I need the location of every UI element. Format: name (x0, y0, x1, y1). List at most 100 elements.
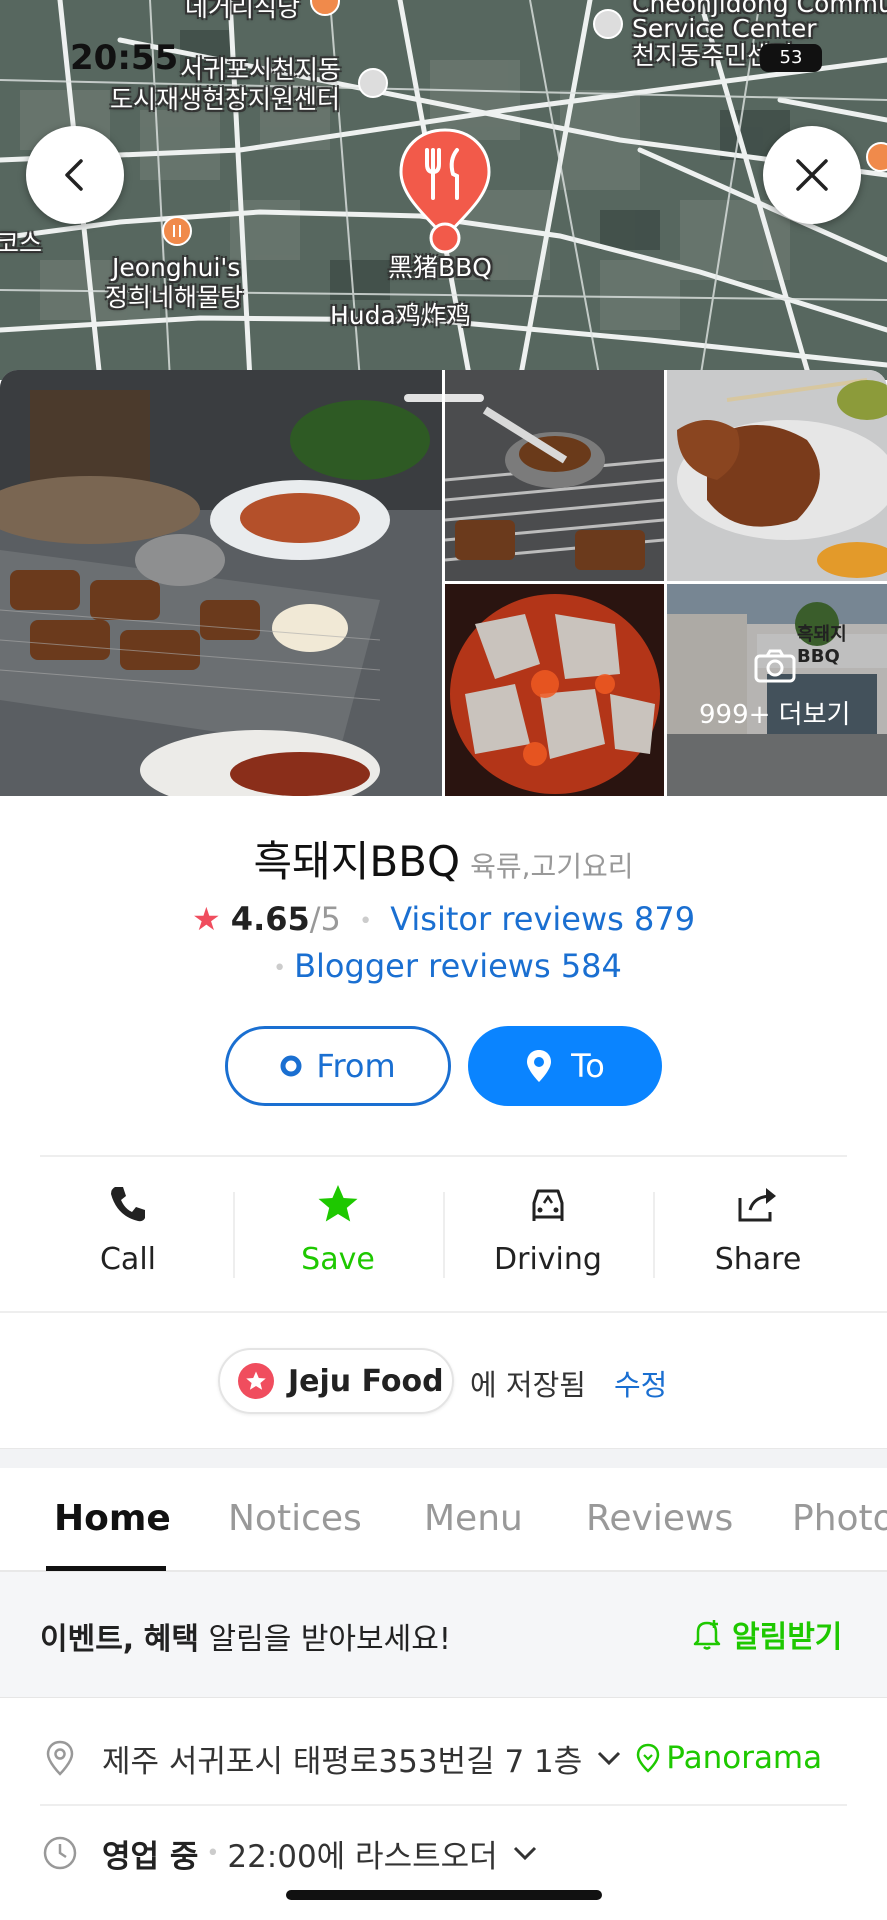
divider (0, 1311, 887, 1313)
panorama-link[interactable]: Panorama (636, 1740, 822, 1776)
map-label-urban-center-2[interactable]: 도시재생현장지원센터 (110, 86, 340, 114)
place-name: 흑돼지BBQ (253, 837, 461, 886)
sheet-drag-handle[interactable] (404, 394, 484, 402)
origin-dot-icon (280, 1055, 302, 1077)
saved-status-text: 에 저장됨 (470, 1368, 586, 1402)
photo-main-grill[interactable] (0, 370, 442, 796)
tab-notices[interactable]: Notices (228, 1498, 362, 1539)
subscribe-alerts-button[interactable]: 알림받기 (690, 1612, 842, 1656)
save-button[interactable]: Save (233, 1180, 443, 1277)
subscribe-alerts-label: 알림받기 (732, 1620, 843, 1655)
camera-icon (754, 649, 796, 683)
tab-home[interactable]: Home (54, 1498, 171, 1539)
route-from-button[interactable]: From (225, 1026, 451, 1106)
storefront-sign: 흑돼지 BBQ (797, 624, 847, 667)
share-button[interactable]: Share (653, 1180, 863, 1277)
phone-icon (111, 1187, 145, 1222)
chevron-down-icon[interactable] (512, 1844, 538, 1862)
map-label-jeonghui-1[interactable]: Jeonghui's (112, 254, 240, 282)
last-order-text[interactable]: 22:00에 라스트오더 (227, 1831, 497, 1876)
event-bold-1: 이벤트, (40, 1622, 135, 1657)
meat-photo-illustration (667, 370, 887, 581)
address-row: 제주 서귀포시 태평로353번길 7 1층 Panorama (40, 1734, 847, 1782)
fork-knife-icon (173, 225, 181, 237)
bell-plus-icon (693, 1620, 721, 1650)
star-icon (318, 1185, 358, 1222)
restaurant-pin-icon (399, 128, 491, 254)
photo-gallery[interactable]: 흑돼지 BBQ 999+ 더보기 (0, 370, 887, 796)
photo-charcoal[interactable] (445, 584, 664, 796)
separator-dot: • (359, 908, 373, 934)
rating-star-icon: ★ (191, 900, 221, 938)
place-category: 육류,고기요리 (470, 850, 634, 883)
chevron-left-icon (65, 159, 83, 191)
status-time: 20:55 (70, 38, 179, 78)
selected-place-pin[interactable] (397, 126, 493, 256)
map-pin-outline-icon (40, 1739, 80, 1777)
hours-row: 영업 중 • 22:00에 라스트오더 (40, 1830, 847, 1876)
tab-menu[interactable]: Menu (424, 1498, 523, 1539)
list-star-icon (238, 1363, 274, 1399)
rating-row: ★ 4.65/5 • Visitor reviews 879 (0, 900, 887, 938)
divider (40, 1804, 847, 1806)
map-label-selected-place[interactable]: 黑猪BBQ (388, 254, 492, 282)
business-status: 영업 중 (102, 1838, 199, 1875)
route-from-label: From (316, 1047, 396, 1085)
map-label-huda[interactable]: Huda鸡炸鸡 (330, 302, 471, 330)
share-label: Share (714, 1242, 802, 1277)
tab-bar: Home Notices Menu Reviews Photo (0, 1468, 887, 1572)
charcoal-photo-illustration (445, 584, 664, 796)
section-separator (0, 1448, 887, 1468)
saved-list-chip[interactable]: Jeju Food (218, 1348, 454, 1414)
panorama-label: Panorama (666, 1740, 823, 1776)
photo-meat-skewer[interactable] (667, 370, 887, 581)
urban-center-poi-icon[interactable] (358, 68, 388, 98)
map-label-urban-center-1[interactable]: 서귀포시천지동 (180, 56, 341, 84)
jeonghui-poi-icon[interactable] (162, 216, 192, 246)
blogger-reviews-link[interactable]: Blogger reviews 584 (294, 947, 622, 985)
tab-reviews[interactable]: Reviews (586, 1498, 733, 1539)
tab-photo[interactable]: Photo (792, 1498, 887, 1539)
saved-list-row: Jeju Food 에 저장됨 수정 (0, 1348, 887, 1414)
rating-max: /5 (309, 900, 341, 938)
blogger-reviews-row: • Blogger reviews 584 (0, 947, 887, 985)
divider (40, 1155, 847, 1157)
map-label-jeonghui-2[interactable]: 정희네해물탕 (105, 284, 243, 312)
call-button[interactable]: Call (23, 1180, 233, 1277)
home-indicator[interactable] (286, 1890, 602, 1900)
save-label: Save (301, 1242, 375, 1277)
map-label-restaurant[interactable]: 데거리식당 (185, 0, 300, 22)
event-text: 이벤트, 혜택 알림을 받아보세요! (40, 1614, 451, 1658)
location-pin-icon (527, 1050, 552, 1082)
separator-dot: • (273, 955, 287, 981)
separator-dot: • (206, 1840, 220, 1866)
chevron-down-icon[interactable] (596, 1749, 622, 1767)
address-text[interactable]: 제주 서귀포시 태평로353번길 7 1층 (102, 1736, 582, 1781)
map-label-service-center-2[interactable]: Service Center (632, 15, 817, 43)
panorama-pin-icon (637, 1743, 660, 1773)
event-notification-banner: 이벤트, 혜택 알림을 받아보세요! 알림받기 (0, 1572, 887, 1698)
driving-button[interactable]: Driving (443, 1180, 653, 1277)
event-bold-2: 혜택 (143, 1622, 199, 1657)
route-to-button[interactable]: To (468, 1026, 662, 1106)
back-button[interactable] (26, 126, 124, 224)
visitor-reviews-link[interactable]: Visitor reviews 879 (390, 900, 695, 938)
edit-saved-link[interactable]: 수정 (614, 1362, 667, 1404)
rating-value: 4.65 (230, 900, 310, 938)
place-title-row: 흑돼지BBQ 육류,고기요리 (0, 828, 887, 889)
battery-indicator: 53 (760, 44, 822, 72)
share-icon (738, 1188, 776, 1222)
storefront-photo-illustration (667, 584, 887, 796)
more-photos-label: 999+ 더보기 (699, 700, 851, 730)
car-icon (532, 1189, 564, 1221)
event-rest: 알림을 받아보세요! (198, 1622, 451, 1657)
map-label-left-edge: 코스 (0, 229, 43, 258)
clock-icon (40, 1835, 80, 1871)
photo-storefront-more[interactable]: 흑돼지 BBQ 999+ 더보기 (667, 584, 887, 796)
saved-list-name: Jeju Food (288, 1363, 444, 1399)
close-button[interactable] (763, 126, 861, 224)
building-poi-icon[interactable] (593, 9, 623, 39)
map-view[interactable]: 데거리식당 Cheonjidong Commu Service Center 천… (0, 0, 887, 380)
close-icon (796, 159, 828, 191)
call-label: Call (99, 1242, 156, 1277)
